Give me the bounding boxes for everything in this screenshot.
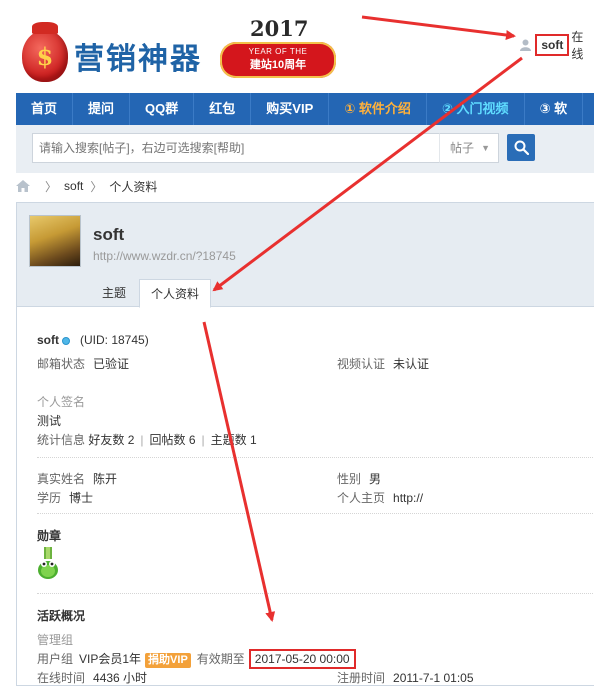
education-value: 博士 xyxy=(69,491,94,505)
search-scope-value: 帖子 xyxy=(450,141,475,155)
home-icon[interactable] xyxy=(16,180,30,192)
user-group-label: 用户组 xyxy=(37,652,74,666)
signature-label: 个人签名 xyxy=(37,395,86,409)
admin-group-label: 管理组 xyxy=(37,633,74,647)
education-row: 学历 博士 xyxy=(37,489,93,506)
search-bar: 帖子 ▼ xyxy=(16,125,594,173)
profile-name: soft xyxy=(93,225,125,244)
anniversary-line1: YEAR OF THE xyxy=(248,47,308,56)
uid: (UID: 18745) xyxy=(80,333,149,347)
nav-item-red-packet[interactable]: 红包 xyxy=(194,93,252,125)
register-time-value: 2011-7-1 01:05 xyxy=(393,671,474,685)
nav-item-intro-video[interactable]: ② 入门视频 xyxy=(427,93,525,125)
section-divider xyxy=(37,593,593,594)
education-label: 学历 xyxy=(37,491,62,505)
online-time-row: 在线时间 4436 小时 xyxy=(37,669,147,686)
nav-item-buy-vip[interactable]: 购买VIP xyxy=(251,93,330,125)
real-name-value: 陈开 xyxy=(93,472,118,486)
activity-title: 活跃概况 xyxy=(37,609,86,623)
homepage-label: 个人主页 xyxy=(337,491,386,505)
main-nav: 首页 提问 QQ群 红包 购买VIP ① 软件介绍 ② 入门视频 ③ 软 xyxy=(16,93,594,125)
anniversary-badge: YEAR OF THE 建站10周年 xyxy=(220,42,336,78)
site-header: $ 营销神器 2017 YEAR OF THE 建站10周年 soft 在线 xyxy=(0,0,594,92)
logo-text: 营销神器 xyxy=(74,42,202,77)
search-input[interactable] xyxy=(32,133,440,163)
breadcrumb-separator: 〉 xyxy=(90,179,103,194)
stats-label: 统计信息 xyxy=(37,433,86,447)
friends-count[interactable]: 好友数 2 xyxy=(88,433,134,447)
medals-title: 勋章 xyxy=(37,529,62,543)
user-area: soft 在线 xyxy=(520,28,594,62)
homepage-value[interactable]: http:// xyxy=(393,491,423,505)
avatar[interactable] xyxy=(29,215,81,267)
stats-row: 统计信息 好友数 2 | 回帖数 6 | 主题数 1 xyxy=(37,433,257,447)
user-group-row: 用户组 VIP会员1年 捐助VIP 有效期至 2017-05-20 00:00 xyxy=(37,649,356,669)
medal-icon[interactable] xyxy=(37,547,59,581)
expire-label: 有效期至 xyxy=(196,652,245,666)
gender-value: 男 xyxy=(369,472,382,486)
anniversary-line2: 建站10周年 xyxy=(249,59,307,71)
real-name-label: 真实姓名 xyxy=(37,472,86,486)
real-name-row: 真实姓名 陈开 xyxy=(37,470,117,487)
user-icon xyxy=(520,39,531,51)
threads-count[interactable]: 主题数 1 xyxy=(211,433,257,447)
profile-url[interactable]: http://www.wzdr.cn/?18745 xyxy=(93,249,236,263)
user-group-value[interactable]: VIP会员1年 xyxy=(79,652,141,666)
video-auth-value: 未认证 xyxy=(393,357,430,371)
online-dot-icon xyxy=(62,336,70,345)
signature-text: 测试 xyxy=(37,414,62,428)
register-time-label: 注册时间 xyxy=(337,671,386,685)
online-time-value: 4436 小时 xyxy=(93,671,148,685)
video-auth-row: 视频认证 未认证 xyxy=(337,355,429,372)
nav-item-software-intro[interactable]: ① 软件介绍 xyxy=(329,93,427,125)
online-time-label: 在线时间 xyxy=(37,671,86,685)
site-logo[interactable]: $ 营销神器 xyxy=(22,22,202,82)
tab-profile[interactable]: 个人资料 xyxy=(139,279,211,308)
search-icon xyxy=(514,140,529,155)
nav-item-qq-group[interactable]: QQ群 xyxy=(130,93,195,125)
money-bag-icon: $ xyxy=(22,22,68,82)
gender-label: 性别 xyxy=(337,472,362,486)
expire-date: 2017-05-20 00:00 xyxy=(248,649,356,669)
profile-card: soft http://www.wzdr.cn/?18745 主题 个人资料 s… xyxy=(16,202,594,686)
online-status: 在线 xyxy=(571,30,584,61)
anniversary-year: 2017 xyxy=(250,16,309,41)
nav-item-home[interactable]: 首页 xyxy=(16,93,74,125)
email-status-value: 已验证 xyxy=(93,357,130,371)
breadcrumb: 〉 soft 〉 个人资料 xyxy=(16,178,157,194)
profile-header: soft http://www.wzdr.cn/?18745 主题 个人资料 xyxy=(17,203,594,308)
search-scope-select[interactable]: 帖子 ▼ xyxy=(439,133,499,163)
breadcrumb-current: 个人资料 xyxy=(109,179,158,194)
email-status-label: 邮箱状态 xyxy=(37,357,86,371)
username: soft xyxy=(37,333,59,347)
register-time-row: 注册时间 2011-7-1 01:05 xyxy=(337,669,474,686)
donate-vip-badge: 捐助VIP xyxy=(145,653,191,668)
username-row: soft (UID: 18745) xyxy=(37,333,149,347)
anniversary-banner: 2017 YEAR OF THE 建站10周年 xyxy=(220,16,336,78)
chevron-down-icon: ▼ xyxy=(481,143,490,153)
nav-item-software[interactable]: ③ 软 xyxy=(525,93,584,125)
section-divider xyxy=(37,513,593,514)
homepage-row: 个人主页 http:// xyxy=(337,489,423,506)
breadcrumb-user[interactable]: soft xyxy=(64,179,83,193)
tab-threads[interactable]: 主题 xyxy=(95,279,133,307)
email-status-row: 邮箱状态 已验证 xyxy=(37,355,129,372)
breadcrumb-separator: 〉 xyxy=(45,179,58,194)
gender-row: 性别男 xyxy=(337,470,381,487)
nav-item-ask[interactable]: 提问 xyxy=(73,93,131,125)
replies-count[interactable]: 回帖数 6 xyxy=(150,433,196,447)
section-divider xyxy=(37,457,593,458)
logo-symbol: $ xyxy=(36,42,54,71)
video-auth-label: 视频认证 xyxy=(337,357,386,371)
current-user-link[interactable]: soft xyxy=(535,34,570,56)
search-button[interactable] xyxy=(507,134,535,161)
